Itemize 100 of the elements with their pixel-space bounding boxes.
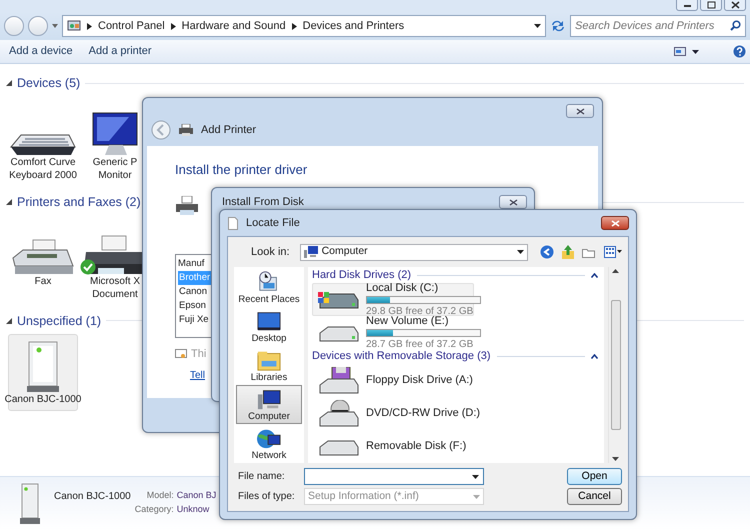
computer-icon — [304, 246, 318, 258]
view-menu-icon[interactable] — [604, 246, 622, 258]
info-text: Thi — [191, 346, 206, 362]
drive-name: New Volume (E:) — [366, 314, 450, 329]
device-label: Monitor — [98, 168, 132, 182]
drive-item[interactable]: Removable Disk (F:) — [312, 430, 474, 463]
up-folder-icon[interactable] — [562, 245, 574, 259]
close-icon — [508, 198, 518, 206]
dialog-title: Install From Disk — [222, 195, 304, 210]
breadcrumb-link[interactable]: Hardware and Sound — [182, 18, 286, 34]
scroll-up-icon[interactable] — [612, 269, 619, 273]
maximize-icon — [706, 1, 716, 9]
fax-icon — [12, 238, 74, 274]
field-label: File name: — [238, 470, 286, 484]
dropdown-icon — [473, 494, 480, 498]
address-bar[interactable]: Control Panel Hardware and Sound Devices and Printers — [62, 15, 546, 37]
control-panel-icon — [67, 20, 81, 32]
group-heading: Hard Disk Drives (2) — [312, 268, 412, 283]
printer-icon — [175, 196, 199, 216]
drive-name: DVD/CD-RW Drive (D:) — [366, 406, 480, 422]
desktop-icon — [256, 309, 282, 333]
open-button[interactable]: Open — [567, 468, 622, 485]
device-label: Document — [92, 288, 138, 300]
field-label: Model: — [146, 489, 174, 502]
free-space-text: 28.7 GB free of 37.2 GB — [366, 338, 474, 351]
device-tile[interactable]: Microsoft X Document — [80, 216, 150, 306]
device-tile[interactable]: Comfort Curve Keyboard 2000 — [8, 96, 78, 187]
field-label: Category: — [134, 502, 174, 516]
search-icon[interactable] — [730, 20, 741, 31]
look-in-dropdown[interactable]: Computer — [300, 244, 528, 260]
breadcrumb-link[interactable]: Devices and Printers — [302, 18, 404, 34]
file-type-dropdown: Setup Information (*.inf) — [304, 488, 484, 505]
group-heading[interactable]: Devices (5) — [17, 74, 80, 93]
field-value: Unknow — [176, 502, 210, 516]
collapse-chevron-icon[interactable] — [591, 273, 598, 278]
collapse-arrow-icon[interactable] — [6, 318, 12, 324]
printer-icon — [179, 124, 193, 136]
close-button[interactable] — [601, 216, 629, 230]
close-button[interactable] — [566, 104, 594, 118]
collapse-chevron-icon[interactable] — [591, 354, 598, 359]
dropdown-icon[interactable] — [534, 24, 541, 28]
drive-name: Floppy Disk Drive (A:) — [366, 373, 473, 388]
drive-name: Removable Disk (F:) — [366, 439, 466, 454]
minimize-button[interactable] — [676, 0, 698, 11]
drive-name: Local Disk (C:) — [366, 280, 440, 296]
search-field[interactable]: Search Devices and Printers — [570, 15, 746, 37]
free-space-text: 29.8 GB free of 37.2 GB — [366, 305, 474, 318]
cancel-button[interactable]: Cancel — [567, 488, 622, 505]
dropdown-value: Computer — [322, 244, 369, 260]
new-folder-icon[interactable] — [582, 246, 596, 258]
group-heading: Devices with Removable Storage (3) — [312, 349, 491, 364]
field-label: Files of type: — [238, 490, 296, 504]
scroll-down-icon[interactable] — [612, 457, 619, 461]
group-heading[interactable]: Unspecified (1) — [17, 312, 102, 330]
certificate-icon — [175, 348, 187, 359]
place-item[interactable]: Libraries — [236, 346, 302, 385]
device-label: Microsoft X — [90, 274, 140, 288]
help-icon[interactable] — [733, 45, 746, 58]
close-button[interactable] — [499, 195, 527, 210]
view-icon[interactable] — [674, 47, 686, 56]
chevron-right-icon — [170, 22, 176, 30]
close-icon — [730, 1, 740, 9]
dialog-title: Locate File — [246, 216, 301, 231]
place-item[interactable]: Recent Places — [236, 268, 302, 307]
device-label: Fax — [34, 274, 52, 288]
device-tile[interactable]: Generic P Monitor — [80, 96, 150, 187]
maximize-button[interactable] — [700, 0, 722, 11]
chevron-right-icon — [292, 22, 297, 30]
drive-item[interactable]: Floppy Disk Drive (A:) — [312, 364, 474, 397]
group-heading[interactable]: Printers and Faxes (2) — [17, 192, 141, 212]
keyboard-icon — [10, 134, 76, 156]
place-item[interactable]: Desktop — [236, 307, 302, 346]
column-header: Manuf — [178, 256, 206, 270]
help-link[interactable]: Tell — [190, 368, 206, 383]
place-item[interactable]: Network — [236, 424, 302, 463]
dropdown-icon — [517, 250, 524, 254]
device-label: Keyboard 2000 — [9, 168, 77, 182]
collapse-arrow-icon[interactable] — [6, 199, 12, 206]
monitor-icon — [92, 112, 138, 156]
device-tile[interactable]: Fax — [8, 216, 78, 306]
chevron-right-icon — [87, 22, 92, 30]
breadcrumb-link[interactable]: Control Panel — [98, 18, 165, 34]
place-item[interactable]: Computer — [236, 385, 302, 424]
close-button[interactable] — [724, 0, 746, 11]
field-label: Look in: — [250, 244, 291, 260]
dropdown-icon[interactable] — [692, 50, 699, 54]
device-label: Comfort Curve — [10, 156, 76, 169]
close-icon — [610, 220, 620, 226]
scroll-thumb[interactable] — [610, 300, 620, 430]
refresh-icon[interactable] — [550, 19, 566, 33]
computer-icon — [256, 387, 282, 411]
document-icon — [228, 216, 238, 230]
dropdown-icon — [472, 475, 479, 479]
collapse-arrow-icon[interactable] — [6, 80, 12, 86]
device-label: Generic P — [92, 156, 138, 169]
drive-item[interactable]: New Volume (E:) 28.7 GB free of 37.2 GB — [312, 316, 474, 349]
toolbar-button[interactable]: Add a device — [4, 41, 78, 62]
close-icon — [576, 108, 584, 114]
toolbar-button[interactable]: Add a printer — [84, 41, 157, 62]
file-name-field[interactable] — [304, 468, 484, 485]
